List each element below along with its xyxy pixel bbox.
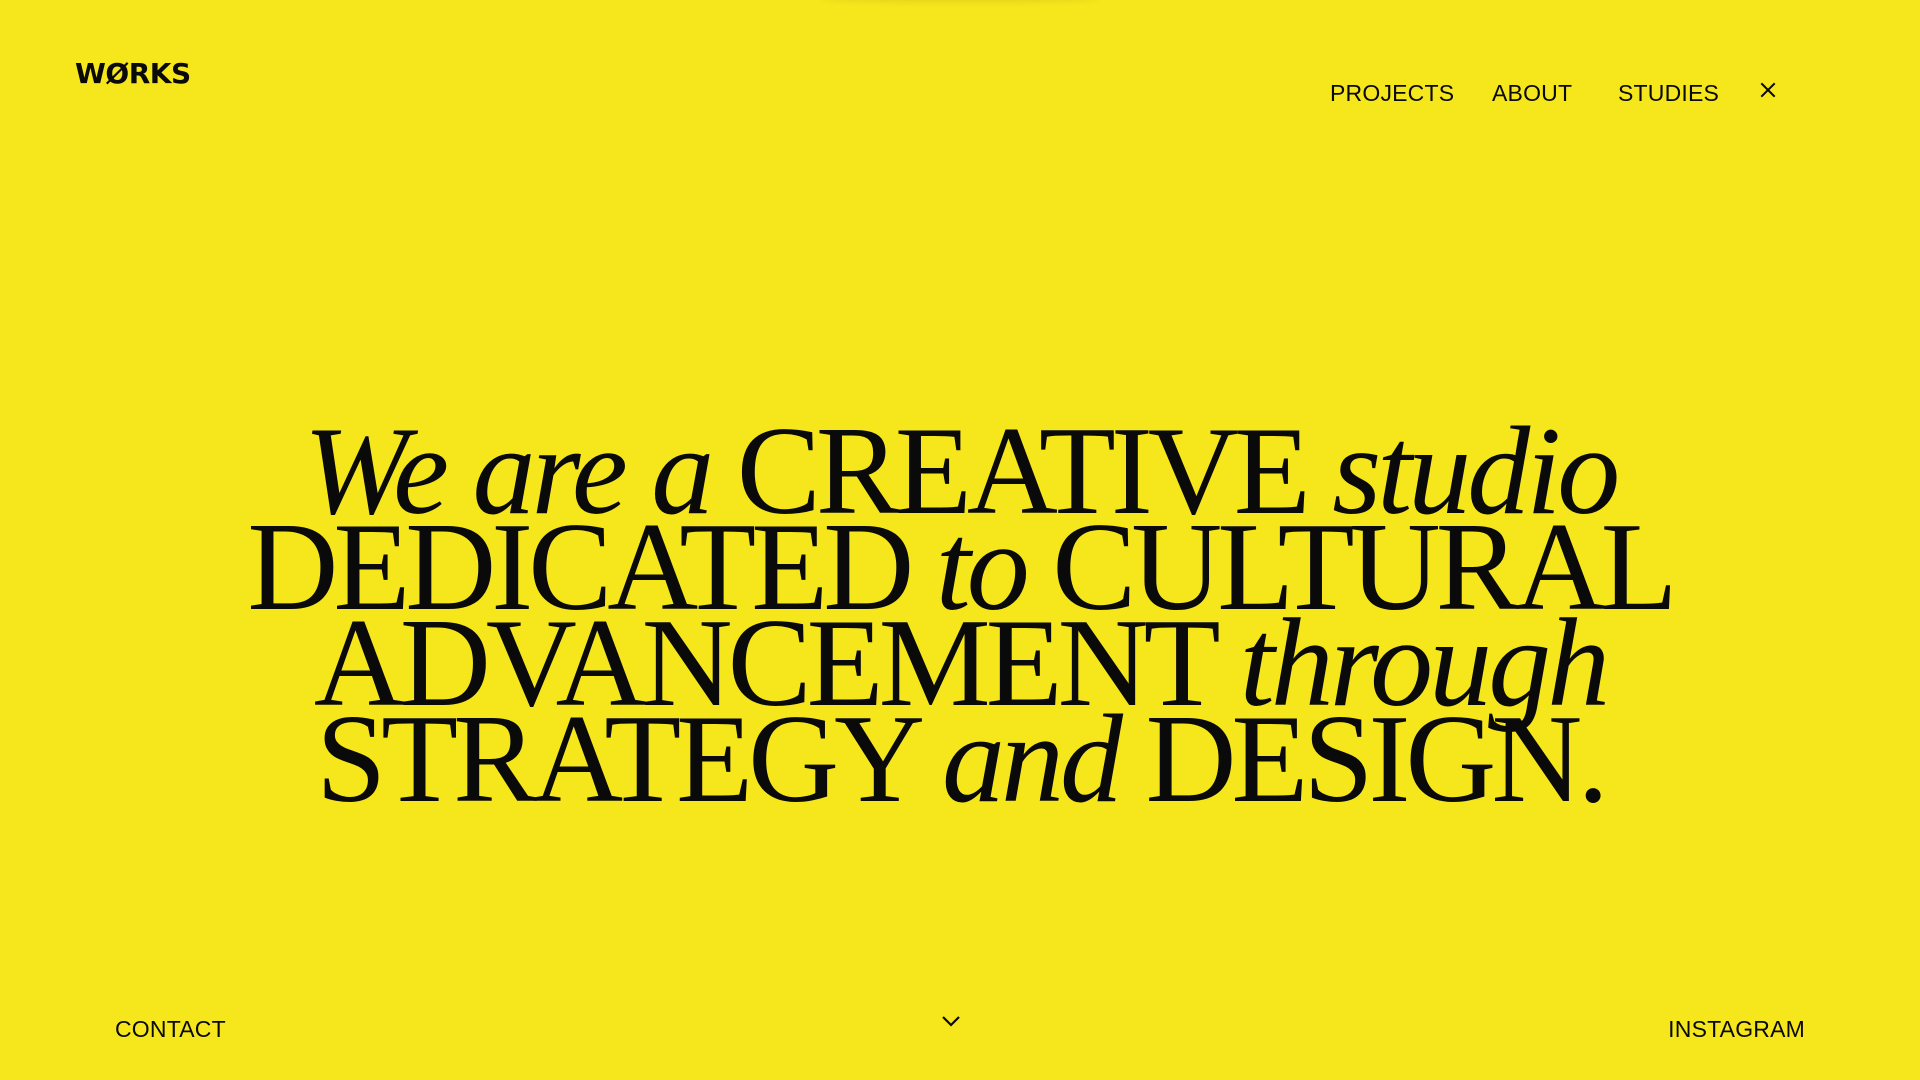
contact-link[interactable]: CONTACT xyxy=(115,1016,226,1043)
close-icon[interactable] xyxy=(1756,78,1780,102)
hero-line-4: STRATEGY and DESIGN. xyxy=(0,697,1920,823)
hero-word: and xyxy=(941,690,1123,830)
main-nav: PROJECTS ABOUT STUDIES xyxy=(0,80,1920,110)
hero-word: STRATEGY xyxy=(316,690,920,830)
hero-headline: We are a CREATIVE studio DEDICATED to CU… xyxy=(0,409,1920,823)
nav-item-studies[interactable]: STUDIES xyxy=(1618,80,1719,107)
nav-item-projects[interactable]: PROJECTS xyxy=(1330,80,1454,107)
top-decoration xyxy=(820,0,1100,2)
nav-item-about[interactable]: ABOUT xyxy=(1492,80,1572,107)
hero-word: DESIGN. xyxy=(1145,690,1608,830)
instagram-link[interactable]: INSTAGRAM xyxy=(1668,1016,1805,1043)
chevron-down-icon[interactable] xyxy=(938,1008,964,1034)
